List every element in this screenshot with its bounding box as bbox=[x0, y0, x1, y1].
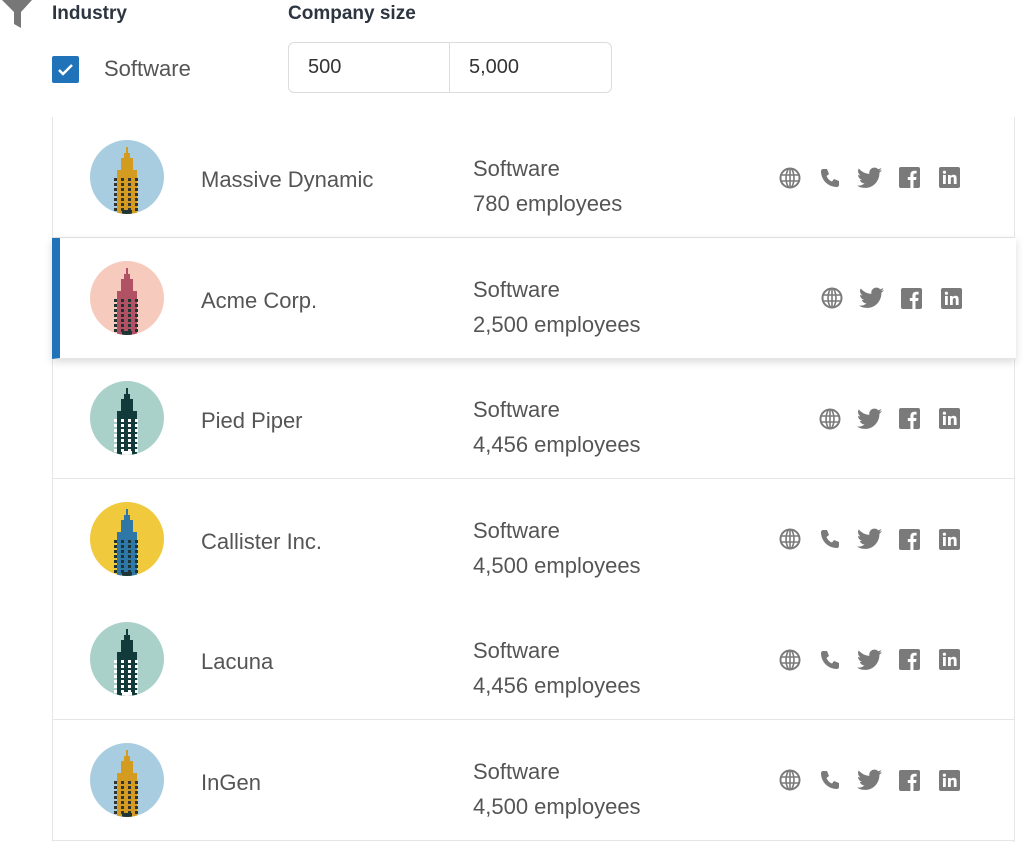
linkedin-icon[interactable] bbox=[937, 406, 962, 431]
size-min-input[interactable] bbox=[289, 43, 450, 92]
linkedin-icon[interactable] bbox=[937, 527, 962, 552]
company-employees: 4,456 employees bbox=[473, 673, 641, 698]
company-avatar-building-icon bbox=[90, 260, 164, 335]
globe-icon[interactable] bbox=[777, 647, 802, 672]
size-max-input[interactable] bbox=[450, 43, 611, 92]
check-icon bbox=[58, 64, 73, 76]
industry-label: Industry bbox=[52, 3, 127, 24]
company-name[interactable]: Callister Inc. bbox=[201, 529, 322, 555]
phone-icon[interactable] bbox=[817, 527, 842, 552]
company-links bbox=[777, 527, 962, 552]
company-industry: Software bbox=[473, 758, 560, 784]
company-info: Software 4,500 employees bbox=[473, 513, 641, 583]
facebook-icon[interactable] bbox=[899, 286, 924, 311]
company-info: Software 780 employees bbox=[473, 151, 622, 221]
twitter-icon[interactable] bbox=[857, 165, 882, 190]
filter-icon[interactable] bbox=[2, 0, 32, 30]
globe-icon[interactable] bbox=[817, 406, 842, 431]
company-employees: 4,500 employees bbox=[473, 552, 641, 578]
linkedin-icon[interactable] bbox=[939, 286, 964, 311]
company-links bbox=[777, 647, 962, 672]
company-links bbox=[817, 406, 962, 431]
company-avatar-building-icon bbox=[90, 622, 164, 696]
globe-icon[interactable] bbox=[777, 768, 802, 793]
phone-icon[interactable] bbox=[817, 647, 842, 672]
linkedin-icon[interactable] bbox=[937, 768, 962, 793]
linkedin-icon[interactable] bbox=[937, 647, 962, 672]
company-info: Software 2,500 employees bbox=[473, 272, 641, 342]
company-size-label: Company size bbox=[288, 3, 416, 24]
company-size-range bbox=[288, 42, 612, 93]
company-industry: Software bbox=[473, 517, 560, 543]
company-name[interactable]: Lacuna bbox=[201, 649, 273, 675]
facebook-icon[interactable] bbox=[897, 165, 922, 190]
software-checkbox[interactable] bbox=[52, 56, 79, 83]
company-industry: Software bbox=[473, 397, 560, 422]
company-industry: Software bbox=[473, 276, 560, 302]
company-industry: Software bbox=[473, 156, 560, 181]
facebook-icon[interactable] bbox=[897, 768, 922, 793]
company-name[interactable]: Massive Dynamic bbox=[201, 167, 373, 193]
company-row[interactable]: Lacuna Software 4,456 employees bbox=[53, 599, 1014, 720]
software-checkbox-label[interactable]: Software bbox=[104, 56, 191, 82]
company-list: Massive Dynamic Software 780 employees Ac… bbox=[52, 117, 1016, 842]
company-links bbox=[777, 165, 962, 190]
company-employees: 4,456 employees bbox=[473, 432, 641, 457]
company-avatar-building-icon bbox=[90, 742, 164, 817]
company-row[interactable]: Acme Corp. Software 2,500 employees bbox=[52, 237, 1016, 359]
company-employees: 4,500 employees bbox=[473, 793, 641, 819]
twitter-icon[interactable] bbox=[857, 647, 882, 672]
company-avatar-building-icon bbox=[90, 140, 164, 214]
facebook-icon[interactable] bbox=[897, 527, 922, 552]
company-links bbox=[819, 286, 964, 311]
company-row[interactable]: Pied Piper Software 4,456 employees bbox=[53, 358, 1014, 479]
company-row[interactable]: Callister Inc. Software 4,500 employees bbox=[53, 478, 1014, 600]
company-row[interactable]: InGen Software 4,500 employees bbox=[53, 719, 1014, 841]
company-name[interactable]: InGen bbox=[201, 770, 261, 796]
company-info: Software 4,456 employees bbox=[473, 633, 641, 703]
company-employees: 2,500 employees bbox=[473, 311, 641, 337]
company-name[interactable]: Pied Piper bbox=[201, 408, 303, 434]
company-avatar-building-icon bbox=[90, 381, 164, 455]
company-employees: 780 employees bbox=[473, 191, 623, 216]
twitter-icon[interactable] bbox=[857, 527, 882, 552]
linkedin-icon[interactable] bbox=[937, 165, 962, 190]
globe-icon[interactable] bbox=[777, 165, 802, 190]
company-links bbox=[777, 768, 962, 793]
globe-icon[interactable] bbox=[777, 527, 802, 552]
globe-icon[interactable] bbox=[819, 286, 844, 311]
company-industry: Software bbox=[473, 638, 560, 663]
company-info: Software 4,456 employees bbox=[473, 392, 641, 462]
phone-icon[interactable] bbox=[817, 165, 842, 190]
company-name[interactable]: Acme Corp. bbox=[201, 288, 317, 314]
phone-icon[interactable] bbox=[817, 768, 842, 793]
twitter-icon[interactable] bbox=[857, 406, 882, 431]
twitter-icon[interactable] bbox=[859, 286, 884, 311]
facebook-icon[interactable] bbox=[897, 647, 922, 672]
company-info: Software 4,500 employees bbox=[473, 754, 641, 824]
facebook-icon[interactable] bbox=[897, 406, 922, 431]
company-row[interactable]: Massive Dynamic Software 780 employees bbox=[53, 117, 1014, 238]
twitter-icon[interactable] bbox=[857, 768, 882, 793]
company-avatar-building-icon bbox=[90, 501, 164, 576]
